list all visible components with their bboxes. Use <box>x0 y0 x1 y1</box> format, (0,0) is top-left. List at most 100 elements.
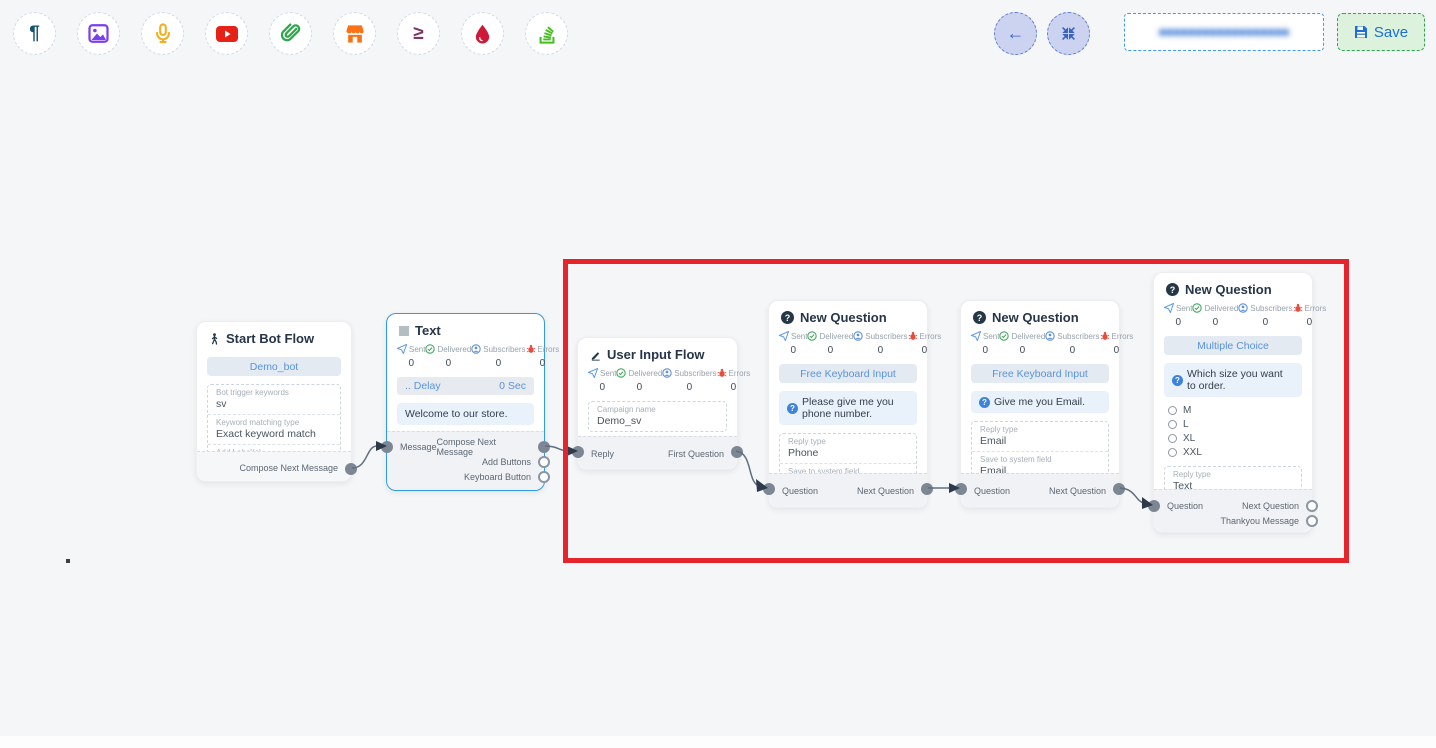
question-mark-icon: ? <box>1172 375 1183 386</box>
port-question-in[interactable] <box>1148 500 1160 512</box>
question-bubble[interactable]: ? Which size you want to order. <box>1164 363 1302 397</box>
toolbar-audio-button[interactable] <box>141 12 184 55</box>
stat-delivered: Delivered 0 <box>616 368 662 393</box>
fit-view-button[interactable] <box>1047 12 1090 55</box>
delivered-icon <box>807 331 817 341</box>
stat-errors: Errors 0 <box>526 344 560 369</box>
subscribers-icon <box>1045 331 1055 341</box>
stats-row: Sent 0 Delivered 0 Subscribers 0 Errors … <box>971 331 1109 356</box>
node-q2-footer: Question Next Question <box>961 473 1119 507</box>
node-uif-header: User Input Flow <box>578 338 737 365</box>
port-thankyou-message[interactable] <box>1306 515 1318 527</box>
option-xxl[interactable]: XXL <box>1168 447 1302 458</box>
toolbar-text-button[interactable]: ¶ <box>13 12 56 55</box>
delivered-icon <box>999 331 1009 341</box>
field-bot-trigger-keywords[interactable]: Bot trigger keywords sv <box>208 385 340 414</box>
port-next-question[interactable] <box>921 483 933 495</box>
sent-icon <box>1164 303 1174 313</box>
compress-arrows-icon <box>1061 26 1076 41</box>
uif-fieldbox: Campaign name Demo_sv <box>588 401 727 432</box>
message-bubble[interactable]: Welcome to our store. <box>397 403 534 425</box>
port-add-buttons[interactable] <box>538 456 550 468</box>
port-message-in[interactable] <box>381 441 393 453</box>
stat-delivered: Delivered 0 <box>425 344 471 369</box>
message-port-label: Message <box>400 442 437 452</box>
store-icon <box>345 24 365 44</box>
question-mark-icon: ? <box>787 403 798 414</box>
node-title: User Input Flow <box>607 347 705 362</box>
save-button[interactable]: Save <box>1337 13 1425 51</box>
image-icon <box>88 23 109 44</box>
stat-subscribers: Subscribers 0 <box>1045 331 1099 356</box>
compose-next-message-label: Compose Next Message <box>437 437 531 457</box>
radio-icon[interactable] <box>1168 420 1177 429</box>
node-text-header: Text <box>387 314 544 341</box>
option-m[interactable]: M <box>1168 405 1302 416</box>
port-next-question[interactable] <box>1113 483 1125 495</box>
delay-label: .. Delay <box>405 380 441 392</box>
toolbar-video-button[interactable] <box>205 12 248 55</box>
radio-icon[interactable] <box>1168 406 1177 415</box>
node-new-question-multiple-choice[interactable]: ? New Question Sent 0 Delivered 0 Subscr… <box>1153 272 1313 533</box>
node-new-question-email[interactable]: ? New Question Sent 0 Delivered 0 Subscr… <box>960 300 1120 508</box>
stats-row: Sent 0 Delivered 0 Subscribers 0 Errors … <box>588 368 727 393</box>
field-keyword-matching-type[interactable]: Keyword matching type Exact keyword matc… <box>208 414 340 444</box>
delivered-icon <box>425 344 435 354</box>
errors-icon <box>717 368 727 378</box>
microphone-icon <box>153 23 173 44</box>
question-type-button[interactable]: Free Keyboard Input <box>971 364 1109 383</box>
stat-errors: Errors 0 <box>1100 331 1134 356</box>
node-q2-header: ? New Question <box>961 301 1119 328</box>
add-buttons-label: Add Buttons <box>482 457 531 467</box>
port-question-in[interactable] <box>763 483 775 495</box>
port-compose-next-message[interactable] <box>345 463 357 475</box>
field-campaign-name[interactable]: Campaign name Demo_sv <box>589 402 726 431</box>
stat-sent: Sent 0 <box>397 344 425 369</box>
bottom-strip <box>0 736 1436 748</box>
question-bubble[interactable]: ? Please give me you phone number. <box>779 391 917 425</box>
stats-row: Sent 0 Delivered 0 Subscribers 0 Errors … <box>1164 303 1302 328</box>
stat-sent: Sent 0 <box>779 331 807 356</box>
option-xl[interactable]: XL <box>1168 433 1302 444</box>
field-reply-type[interactable]: Reply type Phone <box>780 434 916 463</box>
question-type-button[interactable]: Multiple Choice <box>1164 336 1302 355</box>
node-q1-header: ? New Question <box>769 301 927 328</box>
field-reply-type[interactable]: Reply type Email <box>972 422 1108 451</box>
port-compose-next-message[interactable] <box>538 441 550 453</box>
bot-name-button[interactable]: Demo_bot <box>207 357 341 376</box>
port-question-in[interactable] <box>955 483 967 495</box>
toolbar-sequence-button[interactable] <box>525 12 568 55</box>
keyboard-button-label: Keyboard Button <box>464 472 531 482</box>
delay-bar[interactable]: .. Delay 0 Sec <box>397 377 534 395</box>
toolbar-image-button[interactable] <box>77 12 120 55</box>
question-type-button[interactable]: Free Keyboard Input <box>779 364 917 383</box>
radio-icon[interactable] <box>1168 434 1177 443</box>
port-keyboard-button[interactable] <box>538 471 550 483</box>
node-user-input-flow[interactable]: User Input Flow Sent 0 Delivered 0 Subsc… <box>577 337 738 470</box>
back-button[interactable]: ← <box>994 12 1037 55</box>
port-reply-in[interactable] <box>572 446 584 458</box>
stat-delivered: Delivered 0 <box>807 331 853 356</box>
stack-icon <box>537 24 557 44</box>
sent-icon <box>779 331 789 341</box>
node-start-footer: Compose Next Message <box>197 451 351 481</box>
toolbar-file-button[interactable] <box>269 12 312 55</box>
toolbar-condition-button[interactable]: ≥ <box>397 12 440 55</box>
question-icon: ? <box>781 311 794 324</box>
port-first-question[interactable] <box>731 446 743 458</box>
next-question-label: Next Question <box>857 486 914 496</box>
node-text[interactable]: Text Sent 0 Delivered 0 Subscribers 0 Er… <box>386 313 545 491</box>
sent-icon <box>971 331 981 341</box>
question-bubble[interactable]: ? Give me you Email. <box>971 391 1109 413</box>
toolbar-drip-button[interactable] <box>461 12 504 55</box>
flow-name-field[interactable]: ■■■■■■■■■■■■■■■■■■ <box>1124 13 1324 51</box>
delivered-icon <box>616 368 626 378</box>
option-l[interactable]: L <box>1168 419 1302 430</box>
question-port-label: Question <box>974 486 1010 496</box>
toolbar-ecommerce-button[interactable] <box>333 12 376 55</box>
port-next-question[interactable] <box>1306 500 1318 512</box>
node-new-question-phone[interactable]: ? New Question Sent 0 Delivered 0 Subscr… <box>768 300 928 508</box>
node-start-bot-flow[interactable]: Start Bot Flow Demo_bot Bot trigger keyw… <box>196 321 352 482</box>
canvas-dot <box>66 559 70 563</box>
radio-icon[interactable] <box>1168 448 1177 457</box>
